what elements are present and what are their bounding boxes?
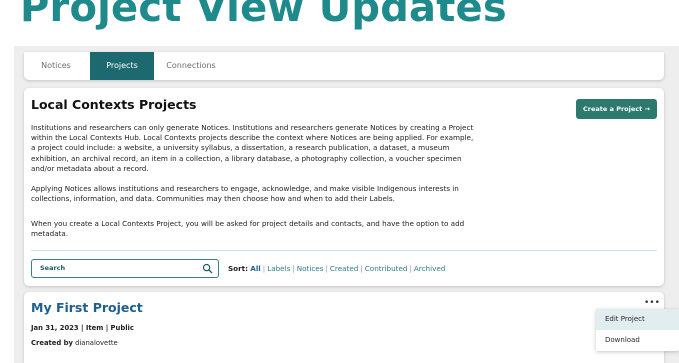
intro-paragraph-2: Applying Notices allows institutions and… (31, 184, 459, 204)
project-title-link[interactable]: My First Project (31, 300, 143, 315)
create-project-button[interactable]: Create a Project → (576, 99, 657, 119)
tab-notices[interactable]: Notices (30, 52, 82, 80)
search-placeholder: Search (40, 264, 66, 272)
project-creator: Created by dianalovette (31, 339, 118, 347)
menu-item-edit-project[interactable]: Edit Project (596, 309, 679, 330)
sort-option-contributed[interactable]: Contributed (365, 264, 408, 273)
intro-paragraph-3: When you create a Local Contexts Project… (31, 219, 465, 239)
sort-option-created[interactable]: Created (330, 264, 358, 273)
menu-item-download[interactable]: Download (596, 330, 679, 351)
tab-projects[interactable]: Projects (90, 52, 154, 80)
sort-filter: Sort: All | Labels | Notices | Created | Contrib… (228, 264, 446, 273)
sort-option-labels[interactable]: Labels (267, 264, 290, 273)
created-by-label: Created by (31, 339, 73, 347)
tab-bar: Notices Projects Connections (24, 52, 664, 80)
project-options-menu: Edit Project Download (596, 309, 679, 351)
divider (31, 250, 657, 251)
creator-username: dianalovette (75, 339, 118, 347)
page-hero-title: Project View Updates (20, 0, 507, 31)
sort-option-all[interactable]: All (250, 264, 261, 273)
sort-option-archived[interactable]: Archived (414, 264, 445, 273)
search-icon[interactable] (202, 263, 213, 274)
sort-option-notices[interactable]: Notices (297, 264, 324, 273)
tab-connections[interactable]: Connections (160, 52, 222, 80)
more-options-icon[interactable]: ••• (644, 298, 660, 308)
search-input[interactable]: Search (31, 259, 219, 278)
sort-label: Sort: (228, 264, 248, 273)
project-meta: Jan 31, 2023 | Item | Public (31, 324, 134, 332)
intro-paragraph-1: Institutions and researchers can only ge… (31, 123, 474, 173)
project-card: My First Project Jan 31, 2023 | Item | P… (24, 292, 664, 363)
section-title: Local Contexts Projects (31, 97, 197, 112)
projects-intro-card: Local Contexts Projects Create a Project… (24, 88, 664, 286)
